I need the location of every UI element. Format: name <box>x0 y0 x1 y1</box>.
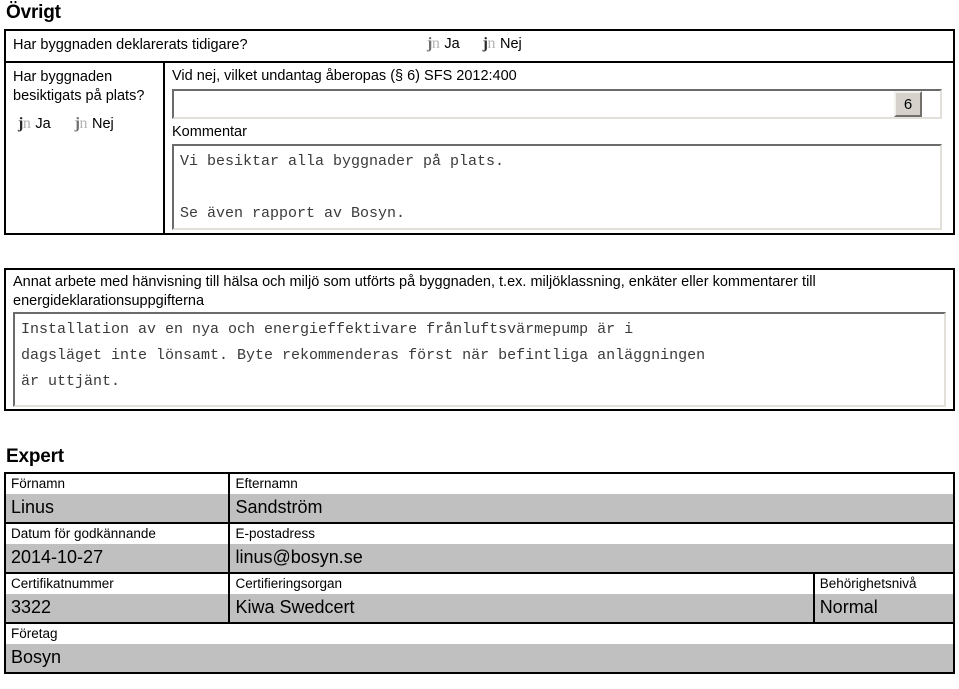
expert-label-foretag: Företag <box>6 624 953 644</box>
table-row: Företag Bosyn <box>4 622 955 674</box>
inspection-row: Har byggnaden besiktigats på plats? jn J… <box>6 63 953 235</box>
expert-table: Förnamn Linus Efternamn Sandström Datum … <box>3 472 956 674</box>
inspected-on-site-cell: Har byggnaden besiktigats på plats? jn J… <box>6 63 165 235</box>
expert-cell-certifikatnummer: Certifikatnummer 3322 <box>3 572 231 624</box>
declared-before-question: Har byggnaden deklarerats tidigare? <box>13 37 248 53</box>
ovrigt-section: Övrigt Har byggnaden deklarerats tidigar… <box>4 2 955 235</box>
declared-before-option-ja[interactable]: jn Ja <box>427 35 460 53</box>
expert-cell-certifieringsorgan: Certifieringsorgan Kiwa Swedcert <box>228 572 815 624</box>
radio-selected-icon[interactable]: jn <box>18 116 31 132</box>
expert-value-behorighetsniva[interactable]: Normal <box>814 594 953 622</box>
inspected-on-site-option-ja[interactable]: jn Ja <box>18 115 51 133</box>
exemption-input[interactable] <box>172 89 942 119</box>
inspected-on-site-option-ja-label: Ja <box>35 116 51 132</box>
expert-cell-foretag: Företag Bosyn <box>4 622 955 674</box>
inspected-on-site-question-line-2: besiktigats på plats? <box>13 88 145 104</box>
expert-label-fornamn: Förnamn <box>6 474 229 494</box>
expert-label-datum: Datum för godkännande <box>6 524 229 544</box>
expert-cell-datum: Datum för godkännande 2014-10-27 <box>3 522 231 574</box>
declared-before-option-ja-label: Ja <box>444 36 460 52</box>
expert-value-certifieringsorgan[interactable]: Kiwa Swedcert <box>230 594 813 622</box>
expert-value-fornamn[interactable]: Linus <box>6 494 229 522</box>
radio-selected-icon[interactable]: jn <box>483 36 496 52</box>
table-row: Certifikatnummer 3322 Certifieringsorgan… <box>3 572 956 624</box>
exemption-input-value[interactable] <box>174 91 940 117</box>
expert-cell-fornamn: Förnamn Linus <box>3 472 231 524</box>
inspected-on-site-option-nej[interactable]: jn Nej <box>75 115 114 133</box>
exemption-help-button[interactable]: 6 <box>894 91 922 117</box>
comment-textarea[interactable]: Vi besiktar alla byggnader på plats. Se … <box>172 144 942 230</box>
declared-before-option-nej-label: Nej <box>499 36 522 52</box>
table-row: Förnamn Linus Efternamn Sandström <box>3 472 955 524</box>
radio-unselected-icon[interactable]: jn <box>75 116 88 132</box>
expert-label-efternamn: Efternamn <box>230 474 953 494</box>
expert-cell-epost: E-postadress linus@bosyn.se <box>228 522 955 574</box>
ovrigt-heading: Övrigt <box>6 2 61 23</box>
ovrigt-box: Har byggnaden deklarerats tidigare? jn J… <box>4 29 955 235</box>
expert-label-certifieringsorgan: Certifieringsorgan <box>230 574 813 594</box>
inspected-on-site-option-nej-label: Nej <box>91 116 114 132</box>
annat-arbete-textarea[interactable]: Installation av en nya och energieffekti… <box>13 312 946 407</box>
annat-arbete-label-line-1: Annat arbete med hänvisning till hälsa o… <box>13 274 816 290</box>
annat-arbete-section: Annat arbete med hänvisning till hälsa o… <box>4 268 955 411</box>
radio-unselected-icon[interactable]: jn <box>427 36 440 52</box>
declared-before-row: Har byggnaden deklarerats tidigare? jn J… <box>6 31 953 63</box>
expert-value-datum[interactable]: 2014-10-27 <box>6 544 229 572</box>
table-row: Datum för godkännande 2014-10-27 E-posta… <box>3 522 955 574</box>
inspected-on-site-question-line-1: Har byggnaden <box>13 69 113 85</box>
declared-before-option-nej[interactable]: jn Nej <box>483 35 522 53</box>
annat-arbete-label-line-2: energideklarationsuppgifterna <box>13 293 205 309</box>
expert-value-efternamn[interactable]: Sandström <box>230 494 953 522</box>
expert-cell-efternamn: Efternamn Sandström <box>228 472 955 524</box>
expert-cell-behorighetsniva: Behörighetsnivå Normal <box>812 572 956 624</box>
declared-before-radio-group[interactable]: jn Ja jn Nej <box>427 35 522 53</box>
expert-value-foretag[interactable]: Bosyn <box>6 644 953 672</box>
exemption-and-comment-cell: Vid nej, vilket undantag åberopas (§ 6) … <box>165 63 953 235</box>
comment-textarea-value[interactable]: Vi besiktar alla byggnader på plats. Se … <box>174 146 940 228</box>
expert-label-certifikatnummer: Certifikatnummer <box>6 574 229 594</box>
expert-heading: Expert <box>6 446 64 467</box>
expert-label-behorighetsniva: Behörighetsnivå <box>814 574 953 594</box>
expert-value-certifikatnummer[interactable]: 3322 <box>6 594 229 622</box>
comment-label: Kommentar <box>172 124 247 140</box>
annat-arbete-textarea-value[interactable]: Installation av en nya och energieffekti… <box>15 314 944 405</box>
expert-label-epost: E-postadress <box>230 524 953 544</box>
exemption-label: Vid nej, vilket undantag åberopas (§ 6) … <box>172 68 517 84</box>
expert-section: Expert Förnamn Linus Efternamn Sandström… <box>3 446 956 674</box>
inspected-on-site-radio-group[interactable]: jn Ja jn Nej <box>18 115 114 133</box>
expert-value-epost[interactable]: linus@bosyn.se <box>230 544 953 572</box>
